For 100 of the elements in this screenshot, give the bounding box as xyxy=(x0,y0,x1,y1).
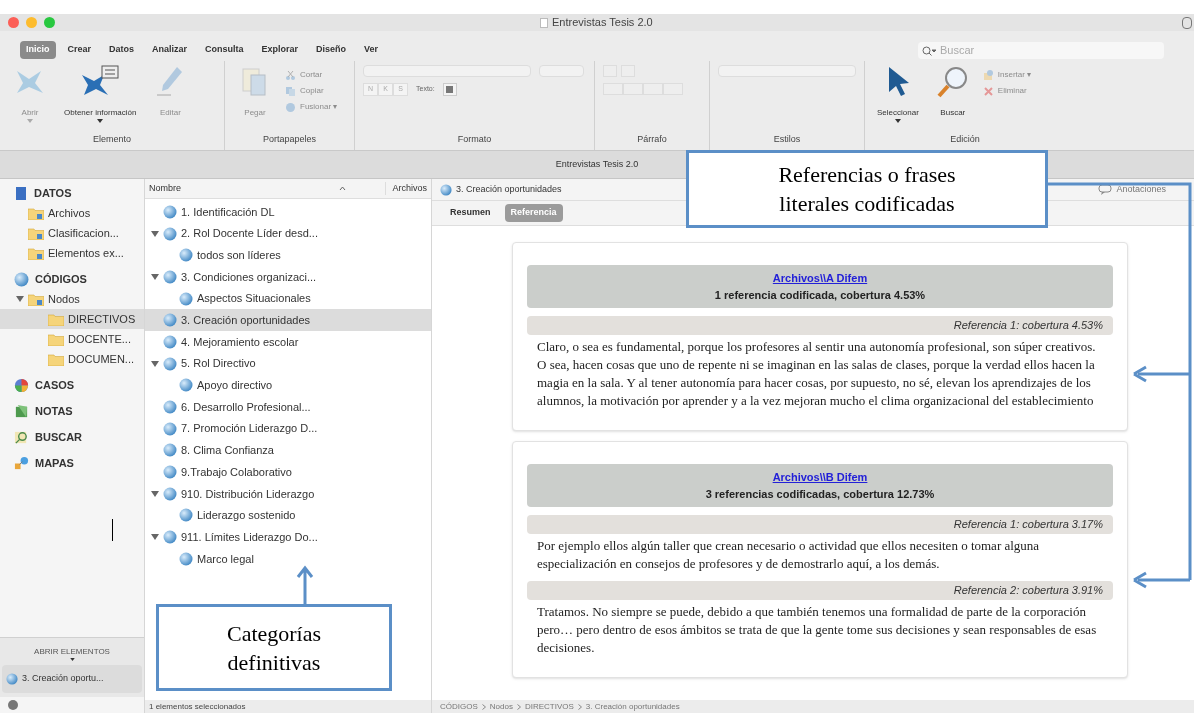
navigation-item[interactable]: DOCENTE... xyxy=(0,329,144,349)
annotations-button[interactable]: Anotaciones xyxy=(1098,182,1166,197)
navigation-item[interactable]: Nodos xyxy=(0,289,144,309)
folder-icon xyxy=(48,332,64,346)
node-sphere-icon xyxy=(179,551,193,566)
node-row[interactable]: Marco legal xyxy=(145,548,431,570)
node-row[interactable]: 1. Identificación DL xyxy=(145,201,431,223)
search-icon xyxy=(14,429,29,445)
node-sphere-icon xyxy=(179,291,193,306)
folder-icon xyxy=(28,292,44,306)
view-tab[interactable]: Resumen xyxy=(444,204,497,222)
info-icon[interactable] xyxy=(8,700,18,710)
insert-icon xyxy=(982,69,994,81)
ribbon-tab[interactable]: Consulta xyxy=(199,41,250,59)
node-row[interactable]: Liderazgo sostenido xyxy=(145,504,431,527)
source-link[interactable]: Archivos\\B Difem xyxy=(772,469,868,486)
ribbon-button[interactable]: Buscar xyxy=(930,65,975,119)
navigation-section[interactable]: MAPAS xyxy=(14,453,144,473)
node-row[interactable]: 910. Distribución Liderazgo xyxy=(145,482,431,505)
breadcrumb-item[interactable]: 3. Creación oportunidades xyxy=(585,702,680,711)
node-sphere-icon xyxy=(163,356,177,371)
close-icon[interactable] xyxy=(8,17,19,28)
node-row[interactable]: 3. Condiciones organizaci... xyxy=(145,266,431,288)
folder-icon xyxy=(48,352,64,366)
search-field[interactable]: Buscar xyxy=(918,41,1164,59)
callout-arrow xyxy=(296,565,314,607)
ribbon-tab[interactable]: Explorar xyxy=(255,41,305,59)
ribbon-group-label: Elemento xyxy=(92,132,132,146)
node-row[interactable]: Apoyo directivo xyxy=(145,374,431,397)
node-sphere-icon xyxy=(163,400,177,415)
breadcrumb-item[interactable]: Nodos xyxy=(489,702,513,711)
navigation-item[interactable]: Archivos xyxy=(0,203,144,223)
disclosure-down-icon[interactable] xyxy=(151,272,159,281)
ribbon-tab[interactable]: Analizar xyxy=(146,41,194,59)
minimize-icon[interactable] xyxy=(26,17,37,28)
disclosure-down-icon[interactable] xyxy=(151,533,159,542)
node-sphere-icon xyxy=(163,269,177,284)
sort-ascending-icon[interactable] xyxy=(339,186,346,191)
column-header[interactable]: Archivos xyxy=(385,181,431,196)
ribbon-group-label: Formato xyxy=(456,132,493,146)
ribbon-button[interactable]: Seleccionar xyxy=(873,65,923,123)
navigation-section[interactable]: CASOS xyxy=(14,375,144,395)
node-row[interactable]: todos son líderes xyxy=(145,244,431,267)
document-tab[interactable]: 3. Creación oportunidades xyxy=(440,182,562,197)
navigation-item[interactable]: DOCUMEN... xyxy=(0,349,144,369)
caret-icon xyxy=(27,119,33,123)
node-row[interactable]: 2. Rol Docente Líder desd... xyxy=(145,222,431,245)
column-header[interactable]: Nombre xyxy=(145,181,351,196)
text-cursor-icon xyxy=(112,519,113,541)
navigation-item[interactable]: Elementos ex... xyxy=(0,243,144,263)
folder-icon xyxy=(28,226,44,240)
navigation-section[interactable]: CÓDIGOS xyxy=(14,269,144,289)
open-item[interactable]: 3. Creación oportu... xyxy=(2,665,142,693)
reference-header: Referencia 1: cobertura 4.53% xyxy=(527,316,1113,335)
reference-header: Referencia 1: cobertura 3.17% xyxy=(527,515,1113,534)
node-row[interactable]: 9.Trabajo Colaborativo xyxy=(145,461,431,483)
ribbon-tab[interactable]: Ver xyxy=(358,41,385,59)
reference-text: Por ejemplo ellos algún taller que crean necesario o actividad que ellos necesiten o tomar alguna especialización en consejos de profesores y de demostrarlo aquí, a los demás. xyxy=(536,537,1041,573)
ribbon-tab[interactable]: Datos xyxy=(103,41,141,59)
zoom-icon[interactable] xyxy=(44,17,55,28)
node-sphere-icon xyxy=(6,673,18,685)
node-sphere-icon xyxy=(163,334,177,349)
node-row[interactable]: 911. Límites Liderazgo Do... xyxy=(145,526,431,548)
breadcrumb-item[interactable]: CÓDIGOS xyxy=(440,702,478,711)
node-row[interactable]: 4. Mejoramiento escolar xyxy=(145,331,431,353)
navigation-item[interactable]: Clasificacion... xyxy=(0,223,144,243)
node-row[interactable]: 7. Promoción Liderazgo D... xyxy=(145,417,431,440)
navigation-item[interactable]: DIRECTIVOS xyxy=(0,309,144,329)
node-row[interactable]: Aspectos Situacionales xyxy=(145,287,431,310)
callout-box: Categorías definitivas xyxy=(156,604,392,691)
node-row[interactable]: 8. Clima Confianza xyxy=(145,439,431,462)
node-sphere-icon xyxy=(440,183,452,196)
disclosure-down-icon[interactable] xyxy=(151,489,159,498)
disclosure-down-icon[interactable] xyxy=(16,295,24,303)
node-sphere-icon xyxy=(179,248,193,263)
navigation-section[interactable]: BUSCAR xyxy=(14,427,144,447)
node-sphere-icon xyxy=(163,226,177,241)
breadcrumb-item[interactable]: DIRECTIVOS xyxy=(524,702,574,711)
ribbon-group-label: Estilos xyxy=(772,132,802,146)
ribbon-tab[interactable]: Crear xyxy=(61,41,98,59)
ribbon-button[interactable]: Obtener información xyxy=(60,65,141,123)
color-swatch[interactable] xyxy=(442,83,457,96)
notepad-icon xyxy=(14,403,29,419)
disclosure-down-icon[interactable] xyxy=(151,229,159,238)
node-sphere-icon xyxy=(163,204,177,219)
node-row[interactable]: 6. Desarrollo Profesional... xyxy=(145,396,431,418)
reference-text: Tratamos. No siempre se puede, debido a que también tenemos una formalidad de parte de la corporación pero… pero dentro de esos ámbitos se trata de que la gente tome sus decisiones y sean responsables de esas decisiones. xyxy=(536,603,1098,657)
callout-box: Referencias o frases literales codificadas xyxy=(686,150,1048,228)
source-link[interactable]: Archivos\\A Difem xyxy=(772,270,868,287)
navigation-section[interactable]: NOTAS xyxy=(14,401,144,421)
document-icon xyxy=(540,17,548,28)
node-row[interactable]: 3. Creación oportunidades xyxy=(145,309,431,332)
node-sphere-icon xyxy=(163,421,177,436)
disclosure-down-icon[interactable] xyxy=(151,359,159,368)
delete-icon xyxy=(982,85,994,97)
navigation-section[interactable]: DATOS xyxy=(14,183,144,203)
ribbon-tab[interactable]: Diseño xyxy=(310,41,353,59)
node-sphere-icon xyxy=(163,465,177,480)
source-summary: 3 referencias codificadas, cobertura 12.73% xyxy=(705,486,935,502)
node-row[interactable]: 5. Rol Directivo xyxy=(145,352,431,375)
